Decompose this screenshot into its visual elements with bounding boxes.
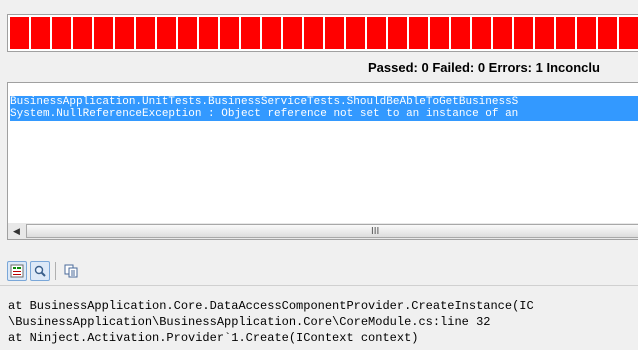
stack-trace-toolbar [7, 259, 81, 283]
result-exception-message[interactable]: System.NullReferenceException : Object r… [10, 108, 638, 120]
progress-segment [472, 17, 491, 49]
progress-segment [598, 17, 617, 49]
progress-segment [346, 17, 365, 49]
progress-segment [136, 17, 155, 49]
progress-segment [10, 17, 29, 49]
progress-segment [94, 17, 113, 49]
progress-segment [52, 17, 71, 49]
progress-segment [262, 17, 281, 49]
selected-result[interactable]: BusinessApplication.UnitTests.BusinessSe… [10, 96, 638, 121]
scroll-left-arrow-icon[interactable]: ◀ [8, 223, 25, 239]
test-results-list[interactable]: BusinessApplication.UnitTests.BusinessSe… [7, 82, 638, 225]
find-button[interactable] [30, 261, 50, 281]
toolbar-separator [55, 262, 56, 280]
progress-segment [367, 17, 386, 49]
stack-trace-line: at Ninject.Activation.Provider`1.Create(… [8, 331, 419, 345]
progress-segment [619, 17, 638, 49]
progress-segment [304, 17, 323, 49]
stack-trace-line: at BusinessApplication.Core.DataAccessCo… [8, 299, 534, 313]
progress-segment [430, 17, 449, 49]
progress-segment [409, 17, 428, 49]
progress-segment [535, 17, 554, 49]
progress-segment [283, 17, 302, 49]
progress-segment [115, 17, 134, 49]
magnifier-icon [34, 265, 46, 277]
progress-segment [514, 17, 533, 49]
progress-segment [220, 17, 239, 49]
scrollbar-grip-icon: III [371, 226, 380, 237]
stack-trace-panel[interactable]: at BusinessApplication.Core.DataAccessCo… [8, 298, 638, 346]
progress-segment [178, 17, 197, 49]
copy-button[interactable] [61, 261, 81, 281]
progress-segment [73, 17, 92, 49]
progress-segment [388, 17, 407, 49]
progress-segment [31, 17, 50, 49]
result-test-name[interactable]: BusinessApplication.UnitTests.BusinessSe… [10, 96, 638, 108]
progress-segment [199, 17, 218, 49]
text-report-button[interactable] [7, 261, 27, 281]
progress-fill [10, 17, 638, 49]
progress-segment [241, 17, 260, 49]
progress-segment [556, 17, 575, 49]
text-report-icon [10, 264, 24, 278]
test-summary: Passed: 0 Failed: 0 Errors: 1 Inconclu [368, 60, 600, 75]
test-progress-bar [7, 14, 638, 52]
copy-icon [64, 264, 78, 278]
toolbar-divider [0, 285, 638, 286]
progress-segment [493, 17, 512, 49]
horizontal-scrollbar[interactable]: ◀ III [7, 223, 638, 240]
stack-trace-line: \BusinessApplication\BusinessApplication… [8, 315, 491, 329]
scrollbar-thumb[interactable]: III [26, 224, 638, 238]
progress-segment [157, 17, 176, 49]
progress-segment [325, 17, 344, 49]
progress-segment [577, 17, 596, 49]
progress-segment [451, 17, 470, 49]
